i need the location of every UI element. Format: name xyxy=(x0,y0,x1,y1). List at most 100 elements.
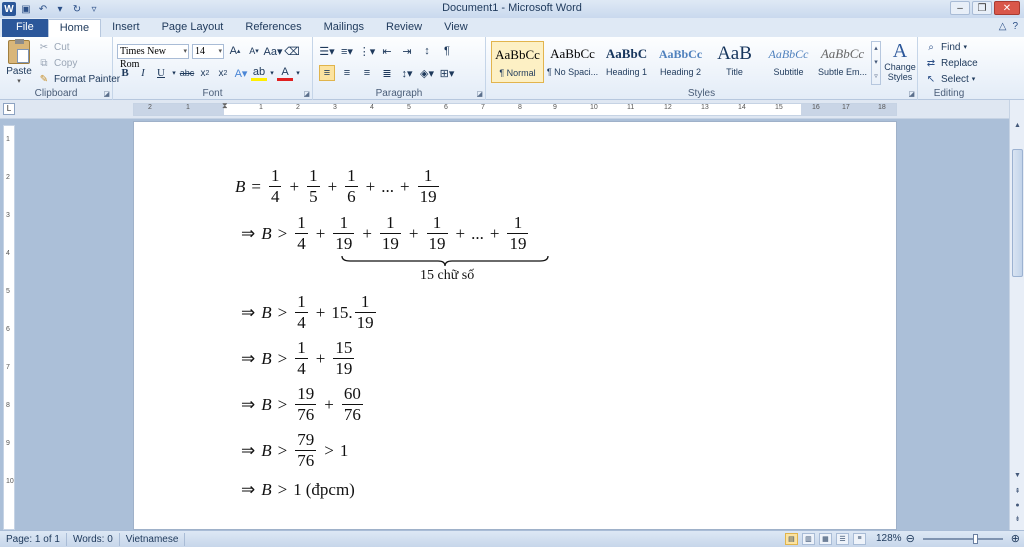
styles-scroll[interactable]: ▴ ▾ ▿ xyxy=(871,41,881,85)
zoom-slider-knob[interactable] xyxy=(972,533,978,544)
vertical-ruler[interactable]: 1 2 3 4 5 6 7 8 9 10 xyxy=(3,125,15,530)
superscript-icon[interactable]: x2 xyxy=(215,65,231,81)
scroll-down-icon[interactable]: ▼ xyxy=(1012,470,1023,481)
change-case-icon[interactable]: Aa▾ xyxy=(264,43,283,59)
chevron-down-icon[interactable]: ▾ xyxy=(53,2,67,16)
dialog-launcher-icon[interactable]: ◪ xyxy=(103,90,110,98)
page-count[interactable]: Page: 1 of 1 xyxy=(0,532,67,546)
scroll-up-icon[interactable]: ▲ xyxy=(1012,120,1023,131)
outline-icon[interactable]: ☰ xyxy=(835,532,849,545)
subscript-icon[interactable]: x2 xyxy=(197,65,213,81)
ruler-mark: 2 xyxy=(6,174,10,181)
text-effects-icon[interactable]: A▾ xyxy=(233,65,249,81)
help-icon[interactable]: ? xyxy=(1012,21,1018,32)
dialog-launcher-icon[interactable]: ◪ xyxy=(476,90,483,98)
shading-icon[interactable]: ◈▾ xyxy=(419,65,435,81)
align-center-icon[interactable]: ≡ xyxy=(339,65,355,81)
font-size-combo[interactable]: 14 ▾ xyxy=(192,43,224,59)
borders-icon[interactable]: ⊞▾ xyxy=(439,65,455,81)
tab-home[interactable]: Home xyxy=(47,19,102,37)
numbering-icon[interactable]: ≡▾ xyxy=(339,43,355,59)
multilevel-list-icon[interactable]: ⋮▾ xyxy=(359,43,376,59)
save-icon[interactable]: ▣ xyxy=(19,2,33,16)
denominator: 19 xyxy=(333,358,355,378)
tab-page-layout[interactable]: Page Layout xyxy=(151,19,235,37)
customize-qat-icon[interactable]: ▿ xyxy=(87,2,101,16)
highlight-icon[interactable]: ab xyxy=(251,65,267,81)
format-painter-button[interactable]: ✎ Format Painter xyxy=(37,72,120,86)
style-heading-1[interactable]: AaBbC Heading 1 xyxy=(600,41,653,83)
tab-references[interactable]: References xyxy=(234,19,312,37)
print-layout-icon[interactable]: ▤ xyxy=(784,532,798,545)
style-heading-2[interactable]: AaBbCc Heading 2 xyxy=(654,41,707,83)
increase-indent-icon[interactable]: ⇥ xyxy=(399,43,415,59)
zoom-out-icon[interactable]: ⊖ xyxy=(906,532,915,545)
find-button[interactable]: ⌕ Find ▾ xyxy=(924,40,967,54)
draft-icon[interactable]: ≡ xyxy=(852,532,866,545)
scroll-thumb[interactable] xyxy=(1012,149,1023,277)
indent-marker-icon[interactable]: ⧗ xyxy=(222,101,228,111)
pilcrow-icon[interactable]: ¶ xyxy=(439,43,455,59)
tab-review[interactable]: Review xyxy=(375,19,433,37)
font-color-icon[interactable]: A xyxy=(277,65,293,81)
replace-button[interactable]: ⇄ Replace xyxy=(924,56,978,70)
cut-button[interactable]: ✂ Cut xyxy=(37,40,70,54)
minimize-button[interactable]: – xyxy=(950,1,970,15)
font-name-combo[interactable]: Times New Rom ▾ xyxy=(117,43,189,70)
copy-button[interactable]: ⧉ Copy xyxy=(37,56,77,70)
dialog-launcher-icon[interactable]: ◪ xyxy=(908,90,915,98)
word-count[interactable]: Words: 0 xyxy=(67,532,120,546)
previous-page-icon[interactable]: ⇞ xyxy=(1012,486,1023,497)
bullets-icon[interactable]: ☰▾ xyxy=(319,43,335,59)
decrease-indent-icon[interactable]: ⇤ xyxy=(379,43,395,59)
style-normal[interactable]: AaBbCc ¶ Normal xyxy=(491,41,544,83)
style-subtle-emphasis[interactable]: AaBbCc Subtle Em... xyxy=(816,41,869,83)
close-button[interactable]: ✕ xyxy=(994,1,1020,15)
math-variable: B xyxy=(261,440,272,460)
chevron-down-icon[interactable]: ▾ xyxy=(269,65,275,81)
clear-formatting-icon[interactable]: ⌫ xyxy=(284,43,300,59)
vertical-scrollbar[interactable]: ▲ ▼ ⇞ ● ⇟ xyxy=(1009,100,1024,530)
underline-icon[interactable]: U xyxy=(153,65,169,81)
zoom-in-icon[interactable]: ⊕ xyxy=(1011,532,1020,545)
change-styles-button[interactable]: A Change Styles xyxy=(883,40,917,82)
horizontal-ruler[interactable]: 2 1 1 2 3 4 5 6 7 8 9 10 11 12 13 14 15 … xyxy=(133,101,897,116)
full-screen-reading-icon[interactable]: ▥ xyxy=(801,532,815,545)
zoom-level[interactable]: 128% xyxy=(876,533,902,544)
italic-icon[interactable]: I xyxy=(135,65,151,81)
justify-icon[interactable]: ≣ xyxy=(379,65,395,81)
paste-button[interactable]: Paste ▾ xyxy=(6,39,32,85)
web-layout-icon[interactable]: ▦ xyxy=(818,532,832,545)
select-button[interactable]: ↖ Select ▾ xyxy=(924,72,976,86)
redo-icon[interactable]: ↻ xyxy=(70,2,84,16)
dialog-launcher-icon[interactable]: ◪ xyxy=(303,90,310,98)
undo-icon[interactable]: ↶ xyxy=(36,2,50,16)
change-styles-icon: A xyxy=(892,40,908,62)
bold-icon[interactable]: B xyxy=(117,65,133,81)
tab-view[interactable]: View xyxy=(433,19,479,37)
grow-font-icon[interactable]: A ▴ xyxy=(227,43,243,59)
strikethrough-icon[interactable]: abc xyxy=(179,65,195,81)
document-page[interactable]: B = 14 + 15 + 16 + ... + 1 19 ⇒ B > 14 + … xyxy=(133,121,897,530)
tab-mailings[interactable]: Mailings xyxy=(313,19,375,37)
tab-selector[interactable]: L xyxy=(3,103,15,115)
tab-insert[interactable]: Insert xyxy=(101,19,151,37)
minimize-ribbon-icon[interactable]: △ xyxy=(999,21,1007,32)
language-indicator[interactable]: Vietnamese xyxy=(120,532,186,546)
line-spacing-icon[interactable]: ↕▾ xyxy=(399,65,415,81)
align-right-icon[interactable]: ≡ xyxy=(359,65,375,81)
chevron-down-icon[interactable]: ▾ xyxy=(171,65,177,81)
word-app-icon[interactable]: W xyxy=(2,2,16,16)
align-left-icon[interactable]: ≡ xyxy=(319,65,335,81)
tab-file[interactable]: File xyxy=(2,19,48,37)
shrink-font-icon[interactable]: A ▾ xyxy=(246,43,262,59)
zoom-slider[interactable] xyxy=(922,533,1003,544)
style-subtitle[interactable]: AaBbCc Subtitle xyxy=(762,41,815,83)
restore-button[interactable]: ❐ xyxy=(972,1,992,15)
next-page-icon[interactable]: ⇟ xyxy=(1012,514,1023,525)
chevron-down-icon[interactable]: ▾ xyxy=(295,65,301,81)
style-no-spacing[interactable]: AaBbCc ¶ No Spaci... xyxy=(546,41,599,83)
sort-icon[interactable]: ↕ xyxy=(419,43,435,59)
style-title[interactable]: AaB Title xyxy=(708,41,761,83)
browse-object-icon[interactable]: ● xyxy=(1012,500,1023,511)
